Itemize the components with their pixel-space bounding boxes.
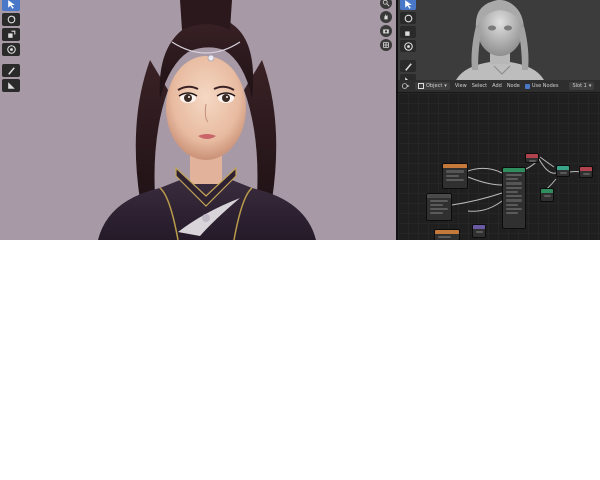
add-shader-node[interactable] — [556, 165, 570, 177]
node-editor-canvas[interactable] — [398, 93, 600, 240]
material-slot-label: Slot 1 — [572, 83, 587, 89]
annotate-tool-button[interactable] — [2, 64, 20, 77]
viewport-navigation — [380, 0, 394, 51]
shader-mode-label: Object — [426, 83, 443, 89]
scale-icon — [7, 30, 15, 38]
editor-type-button[interactable] — [401, 82, 410, 90]
side-annotate-tool-button[interactable] — [400, 60, 416, 72]
texture-coordinate-node[interactable] — [426, 193, 452, 221]
side-transform-tool-button[interactable] — [400, 40, 416, 52]
image-texture-node[interactable] — [442, 163, 468, 189]
material-output-node[interactable] — [579, 166, 593, 178]
emission-node[interactable] — [540, 188, 554, 202]
hand-icon — [384, 14, 388, 20]
camera-view-button[interactable] — [380, 25, 392, 37]
annotate-icon — [7, 67, 15, 75]
viewport-toolbar — [2, 0, 20, 92]
shader-mode-dropdown[interactable]: Object ▾ — [415, 82, 450, 90]
menu-select[interactable]: Select — [472, 83, 487, 89]
color-texture-node[interactable] — [434, 229, 460, 240]
rotate-icon — [7, 15, 15, 24]
measure-tool-button[interactable] — [2, 79, 20, 92]
mix-shader-node[interactable] — [525, 153, 539, 163]
transform-icon — [403, 41, 413, 51]
pan-button[interactable] — [380, 11, 392, 23]
side-viewport-toolbar — [400, 0, 416, 80]
blender-window: Object ▾ View Select Add Node Use Nodes … — [0, 0, 600, 240]
character-render — [98, 0, 316, 240]
menu-add[interactable]: Add — [492, 83, 502, 89]
secondary-3d-viewport[interactable] — [398, 0, 600, 80]
robe — [98, 180, 316, 240]
menu-view[interactable]: View — [455, 83, 467, 89]
use-nodes-label: Use Nodes — [531, 83, 559, 89]
object-cube-icon — [418, 83, 424, 89]
transform-tool-button[interactable] — [2, 43, 20, 56]
chevron-down-icon: ▾ — [444, 83, 447, 89]
camera-icon — [383, 29, 389, 34]
use-nodes-checkbox[interactable] — [524, 83, 530, 89]
main-3d-viewport[interactable] — [0, 0, 396, 240]
perspective-toggle-button[interactable] — [380, 39, 392, 51]
annotate-icon — [404, 62, 412, 71]
node-editor-header: Object ▾ View Select Add Node Use Nodes … — [398, 80, 600, 93]
measure-icon — [7, 82, 15, 89]
scale-tool-button[interactable] — [2, 28, 20, 41]
use-nodes-toggle[interactable]: Use Nodes — [524, 83, 559, 89]
zoom-icon — [382, 0, 390, 7]
side-cursor-tool-button[interactable] — [400, 0, 416, 10]
vector-mapping-node[interactable] — [472, 224, 486, 238]
side-rotate-tool-button[interactable] — [400, 12, 416, 24]
principled-bsdf-node[interactable] — [502, 167, 526, 229]
cursor-icon — [404, 0, 412, 9]
rotate-tool-button[interactable] — [2, 13, 20, 26]
grid-icon — [383, 42, 389, 48]
material-slot-dropdown[interactable]: Slot 1 ▾ — [569, 82, 595, 90]
sculpt-bust-render — [456, 0, 544, 80]
cursor-tool-button[interactable] — [2, 0, 20, 11]
transform-icon — [6, 45, 16, 54]
scale-icon — [404, 30, 410, 36]
side-scale-tool-button[interactable] — [400, 26, 416, 38]
rotate-icon — [404, 14, 412, 22]
menu-node[interactable]: Node — [507, 83, 520, 89]
zoom-button[interactable] — [380, 0, 392, 9]
chevron-down-icon: ▾ — [588, 83, 592, 89]
shader-editor-icon — [401, 83, 410, 89]
cursor-icon — [7, 0, 15, 9]
